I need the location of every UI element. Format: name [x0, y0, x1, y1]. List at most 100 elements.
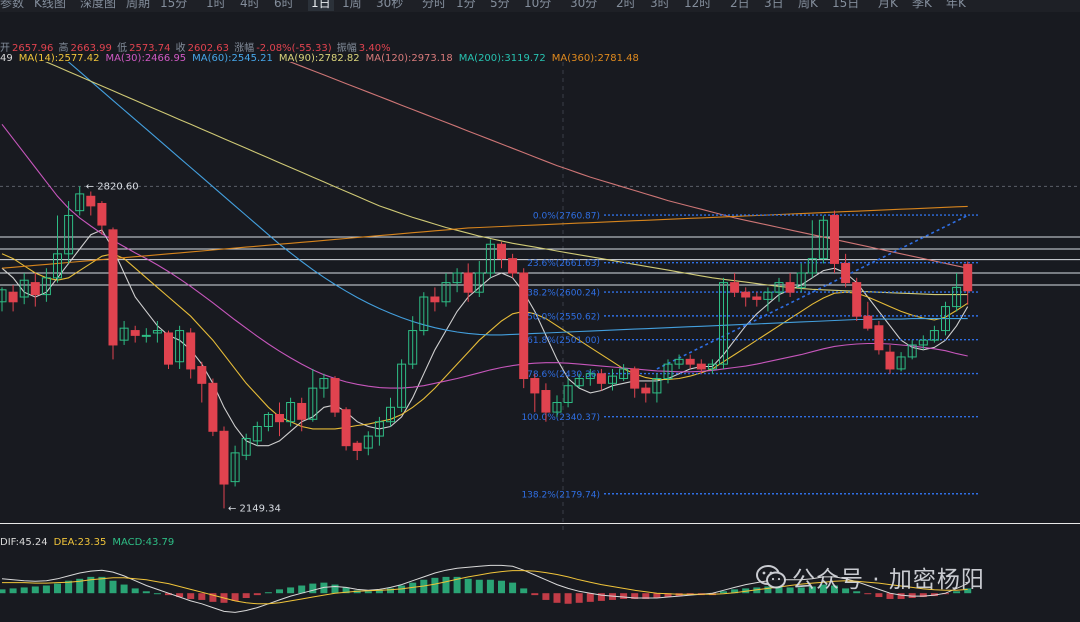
candle-up: [141, 334, 151, 337]
candle-down: [752, 296, 762, 300]
pane-divider: [0, 523, 1080, 524]
candle-down: [341, 409, 351, 447]
fib-level-label: 23.6%(2661.63): [527, 259, 600, 269]
candle-down: [297, 402, 307, 420]
toolbar-interval-14[interactable]: 10分: [524, 0, 551, 11]
candle-down: [497, 243, 506, 260]
candle-down: [219, 430, 229, 485]
macd-bar-up: [109, 580, 117, 594]
candle-down: [186, 332, 196, 370]
top-toolbar: 参数 K线图 深度图 周期 15分 1时 4时 6时 1日 1周 30秒 分时 1分 5分 10分 30分 2时…: [0, 0, 1080, 12]
macd-bar-up: [309, 583, 317, 594]
macd-legend-item: MACD:43.79: [112, 537, 175, 548]
ohlc-legend: 开 2657.96 高 2663.99 低 2573.74 收 2602.63 涨幅 -2…: [0, 39, 393, 54]
candle-down: [97, 202, 107, 226]
toolbar-interval-19[interactable]: 2日: [730, 0, 750, 11]
macd-bar-down: [620, 593, 628, 599]
toolbar-interval-17[interactable]: 3时: [650, 0, 670, 11]
toolbar-interval-13[interactable]: 5分: [490, 0, 510, 11]
toolbar-interval-24[interactable]: 季K: [912, 0, 932, 11]
macd-bar-up: [31, 586, 39, 594]
fib-level-label: 61.8%(2501.00): [527, 336, 600, 346]
toolbar-interval-25[interactable]: 年K: [946, 0, 966, 11]
fib-level-label: 0.0%(2760.87): [533, 212, 600, 222]
macd-bar-up: [509, 582, 517, 594]
macd-bar-up: [276, 589, 283, 594]
macd-bar-down: [242, 593, 250, 598]
watermark: 公众号 · 加密杨阳: [756, 562, 985, 593]
high-marker-label: ← 2820.60: [86, 181, 139, 192]
toolbar-interval-9[interactable]: 1周: [342, 0, 362, 11]
toolbar-interval-5[interactable]: 1时: [206, 0, 226, 11]
toolbar-interval-23[interactable]: 月K: [878, 0, 898, 11]
toolbar-interval-20[interactable]: 3日: [764, 0, 784, 11]
toolbar-interval-18[interactable]: 12时: [684, 0, 711, 11]
candle-down: [108, 229, 118, 346]
macd-bar-up: [520, 588, 528, 594]
macd-bar-down: [575, 593, 583, 603]
ma-line: [1, 229, 969, 447]
candle-down: [164, 332, 173, 365]
toolbar-interval-4[interactable]: 15分: [160, 0, 187, 11]
candle-down: [86, 195, 96, 207]
toolbar-interval-22[interactable]: 15日: [832, 0, 859, 11]
macd-bar-up: [42, 585, 50, 594]
macd-bar-down: [198, 593, 206, 600]
candle-down: [352, 442, 362, 451]
candle-down: [463, 272, 473, 293]
toolbar-interval-6[interactable]: 4时: [240, 0, 260, 11]
candle-down: [785, 282, 795, 293]
toolbar-interval-11[interactable]: 分时: [422, 0, 446, 11]
candle-down: [830, 214, 839, 264]
candle-down: [863, 315, 873, 329]
macd-bar-up: [131, 588, 139, 594]
macd-bar-up: [54, 583, 61, 594]
toolbar-interval-2[interactable]: 深度图: [80, 0, 116, 11]
toolbar-interval-7[interactable]: 6时: [274, 0, 294, 11]
chart-app: { "toolbar": { "left_items": ["参数", "K线图…: [0, 0, 1080, 622]
candle-down: [741, 291, 751, 298]
macd-bar-up: [0, 589, 6, 594]
toolbar-interval-8[interactable]: 1日: [308, 0, 334, 11]
candle-down: [30, 282, 40, 296]
candle-down: [197, 366, 207, 384]
toolbar-interval-12[interactable]: 1分: [456, 0, 476, 11]
candle-down: [596, 373, 606, 384]
candle-down: [530, 378, 540, 394]
macd-bar-down: [542, 593, 550, 600]
toolbar-interval-1[interactable]: K线图: [34, 0, 66, 11]
macd-bar-up: [720, 591, 727, 594]
macd-bar-down: [564, 593, 572, 604]
candle-up: [0, 289, 7, 303]
candle-down: [696, 363, 706, 370]
toolbar-interval-0[interactable]: 参数: [0, 0, 24, 11]
toolbar-interval-21[interactable]: 周K: [798, 0, 818, 11]
macd-legend: DIF:45.24 DEA:23.35 MACD:43.79: [0, 537, 180, 548]
macd-bar-up: [153, 593, 161, 595]
macd-bar-up: [287, 587, 295, 594]
macd-bar-down: [253, 593, 261, 596]
toolbar-interval-15[interactable]: 30分: [570, 0, 597, 11]
candle-down: [275, 414, 284, 423]
macd-bar-up: [364, 591, 372, 594]
candle-down: [130, 330, 140, 336]
candle-down: [8, 291, 18, 303]
toolbar-interval-10[interactable]: 30秒: [376, 0, 403, 11]
macd-bar-up: [264, 592, 272, 594]
ma-line: [67, 62, 968, 336]
toolbar-interval-3[interactable]: 周期: [126, 0, 150, 11]
candlestick-chart[interactable]: 0.0%(2760.87) 23.6%(2661.63) 38.2%(2600.24…: [0, 62, 1080, 532]
macd-bar-down: [897, 593, 905, 599]
candle-down: [885, 351, 895, 370]
candle-down: [541, 390, 551, 413]
ma-line: [1, 253, 968, 430]
candle-down: [630, 368, 640, 389]
macd-bar-up: [442, 576, 450, 594]
macd-bar-down: [586, 593, 594, 602]
toolbar-interval-16[interactable]: 2时: [616, 0, 636, 11]
fib-level-label: 100.0%(2340.37): [521, 413, 600, 423]
candle-down: [208, 382, 218, 432]
candle-down: [330, 378, 340, 413]
macd-bar-down: [531, 593, 539, 596]
candle-down: [874, 325, 884, 351]
